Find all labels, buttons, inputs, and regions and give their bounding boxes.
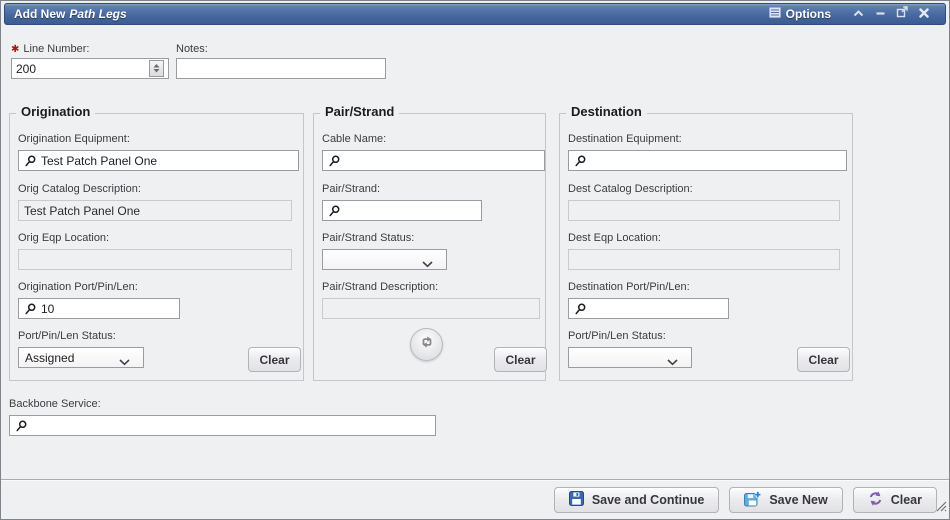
orig-status-value: Assigned: [25, 351, 74, 365]
close-icon: [919, 5, 929, 23]
orig-status-select[interactable]: Assigned: [18, 347, 144, 368]
origination-equipment-input[interactable]: [41, 152, 294, 169]
destination-equipment-label: Destination Equipment:: [568, 133, 682, 145]
save-new-button[interactable]: Save New: [729, 487, 842, 513]
dest-status-select[interactable]: [568, 347, 692, 368]
save-new-icon: [744, 491, 761, 510]
add-new-path-legs-dialog: Add New Path Legs Options: [0, 0, 950, 520]
collapse-button[interactable]: [847, 5, 869, 23]
pair-strand-input[interactable]: [345, 202, 477, 219]
destination-equipment-field: [568, 150, 847, 171]
cable-name-label: Cable Name:: [322, 133, 386, 145]
destination-port-label: Destination Port/Pin/Len:: [568, 281, 690, 293]
pair-strand-legend: Pair/Strand: [320, 104, 399, 119]
resize-handle[interactable]: [935, 499, 947, 517]
notes-label: Notes:: [176, 43, 208, 55]
notes-input[interactable]: [181, 60, 381, 77]
line-number-field: [11, 58, 169, 79]
dest-eqp-location-label: Dest Eqp Location:: [568, 232, 661, 244]
fieldset-origination: Origination Origination Equipment: Orig …: [9, 113, 304, 381]
dest-eqp-location-field: [568, 249, 840, 270]
origination-port-label: Origination Port/Pin/Len:: [18, 281, 138, 293]
search-icon: [575, 303, 586, 315]
line-number-label: ✱Line Number:: [11, 43, 89, 55]
origination-legend: Origination: [16, 104, 95, 119]
pair-strand-field: [322, 200, 482, 221]
list-icon: [769, 7, 781, 21]
popout-button[interactable]: [891, 5, 913, 23]
number-stepper-icon[interactable]: [149, 60, 164, 77]
search-icon: [25, 155, 36, 167]
title-emphasis: Path Legs: [69, 7, 126, 21]
search-icon: [329, 155, 340, 167]
destination-legend: Destination: [566, 104, 647, 119]
minimize-icon: [875, 5, 886, 23]
chevron-down-icon: [119, 355, 130, 369]
origination-clear-button[interactable]: Clear: [248, 347, 301, 372]
refresh-swap-icon: [419, 334, 435, 355]
dest-status-label: Port/Pin/Len Status:: [568, 330, 666, 342]
origination-equipment-label: Origination Equipment:: [18, 133, 130, 145]
chevron-up-icon: [853, 5, 864, 23]
origination-port-field: [18, 298, 180, 319]
search-icon: [575, 155, 586, 167]
fieldset-destination: Destination Destination Equipment: Dest …: [559, 113, 853, 381]
cable-name-input[interactable]: [345, 152, 540, 169]
destination-port-input[interactable]: [591, 300, 724, 317]
line-number-input[interactable]: [16, 60, 149, 77]
destination-clear-button[interactable]: Clear: [797, 347, 850, 372]
clear-button[interactable]: Clear: [853, 487, 937, 513]
clear-label: Clear: [891, 493, 922, 507]
required-marker: ✱: [11, 44, 19, 55]
footer-divider: [1, 479, 949, 481]
orig-catalog-description-label: Orig Catalog Description:: [18, 183, 141, 195]
titlebar: Add New Path Legs Options: [4, 3, 946, 25]
options-label: Options: [786, 7, 831, 21]
orig-eqp-location-field: [18, 249, 292, 270]
orig-eqp-location-label: Orig Eqp Location:: [18, 232, 109, 244]
options-button[interactable]: Options: [769, 7, 831, 21]
backbone-service-input[interactable]: [32, 417, 431, 434]
destination-equipment-input[interactable]: [591, 152, 842, 169]
pair-strand-description-label: Pair/Strand Description:: [322, 281, 438, 293]
search-icon: [25, 303, 36, 315]
origination-port-input[interactable]: [41, 300, 175, 317]
pair-strand-clear-button[interactable]: Clear: [494, 347, 547, 372]
search-icon: [329, 205, 340, 217]
backbone-service-field: [9, 415, 436, 436]
orig-catalog-description-field: Test Patch Panel One: [18, 200, 292, 221]
destination-port-field: [568, 298, 729, 319]
dest-catalog-description-label: Dest Catalog Description:: [568, 183, 693, 195]
page-title: Add New Path Legs: [5, 7, 127, 21]
search-icon: [16, 420, 27, 432]
pair-strand-swap-button[interactable]: [410, 328, 443, 361]
chevron-down-icon: [422, 257, 433, 271]
pair-strand-status-label: Pair/Strand Status:: [322, 232, 414, 244]
pair-strand-label: Pair/Strand:: [322, 183, 380, 195]
dest-catalog-description-field: [568, 200, 840, 221]
pair-strand-status-select[interactable]: [322, 249, 447, 270]
footer-actions: Save and Continue Save New Clear: [554, 487, 937, 513]
title-prefix: Add New: [14, 7, 65, 21]
chevron-down-icon: [667, 355, 678, 369]
refresh-icon: [868, 491, 883, 509]
save-and-continue-button[interactable]: Save and Continue: [554, 487, 720, 513]
origination-equipment-field: [18, 150, 299, 171]
fieldset-pair-strand: Pair/Strand Cable Name: Pair/Strand: Pai…: [313, 113, 546, 381]
popout-icon: [896, 5, 908, 23]
close-button[interactable]: [913, 5, 935, 23]
save-and-continue-label: Save and Continue: [592, 493, 705, 507]
backbone-service-label: Backbone Service:: [9, 398, 101, 410]
pair-strand-description-field: [322, 298, 540, 319]
save-new-label: Save New: [769, 493, 827, 507]
save-icon: [569, 491, 584, 509]
cable-name-field: [322, 150, 545, 171]
orig-status-label: Port/Pin/Len Status:: [18, 330, 116, 342]
minimize-button[interactable]: [869, 5, 891, 23]
notes-field: [176, 58, 386, 79]
